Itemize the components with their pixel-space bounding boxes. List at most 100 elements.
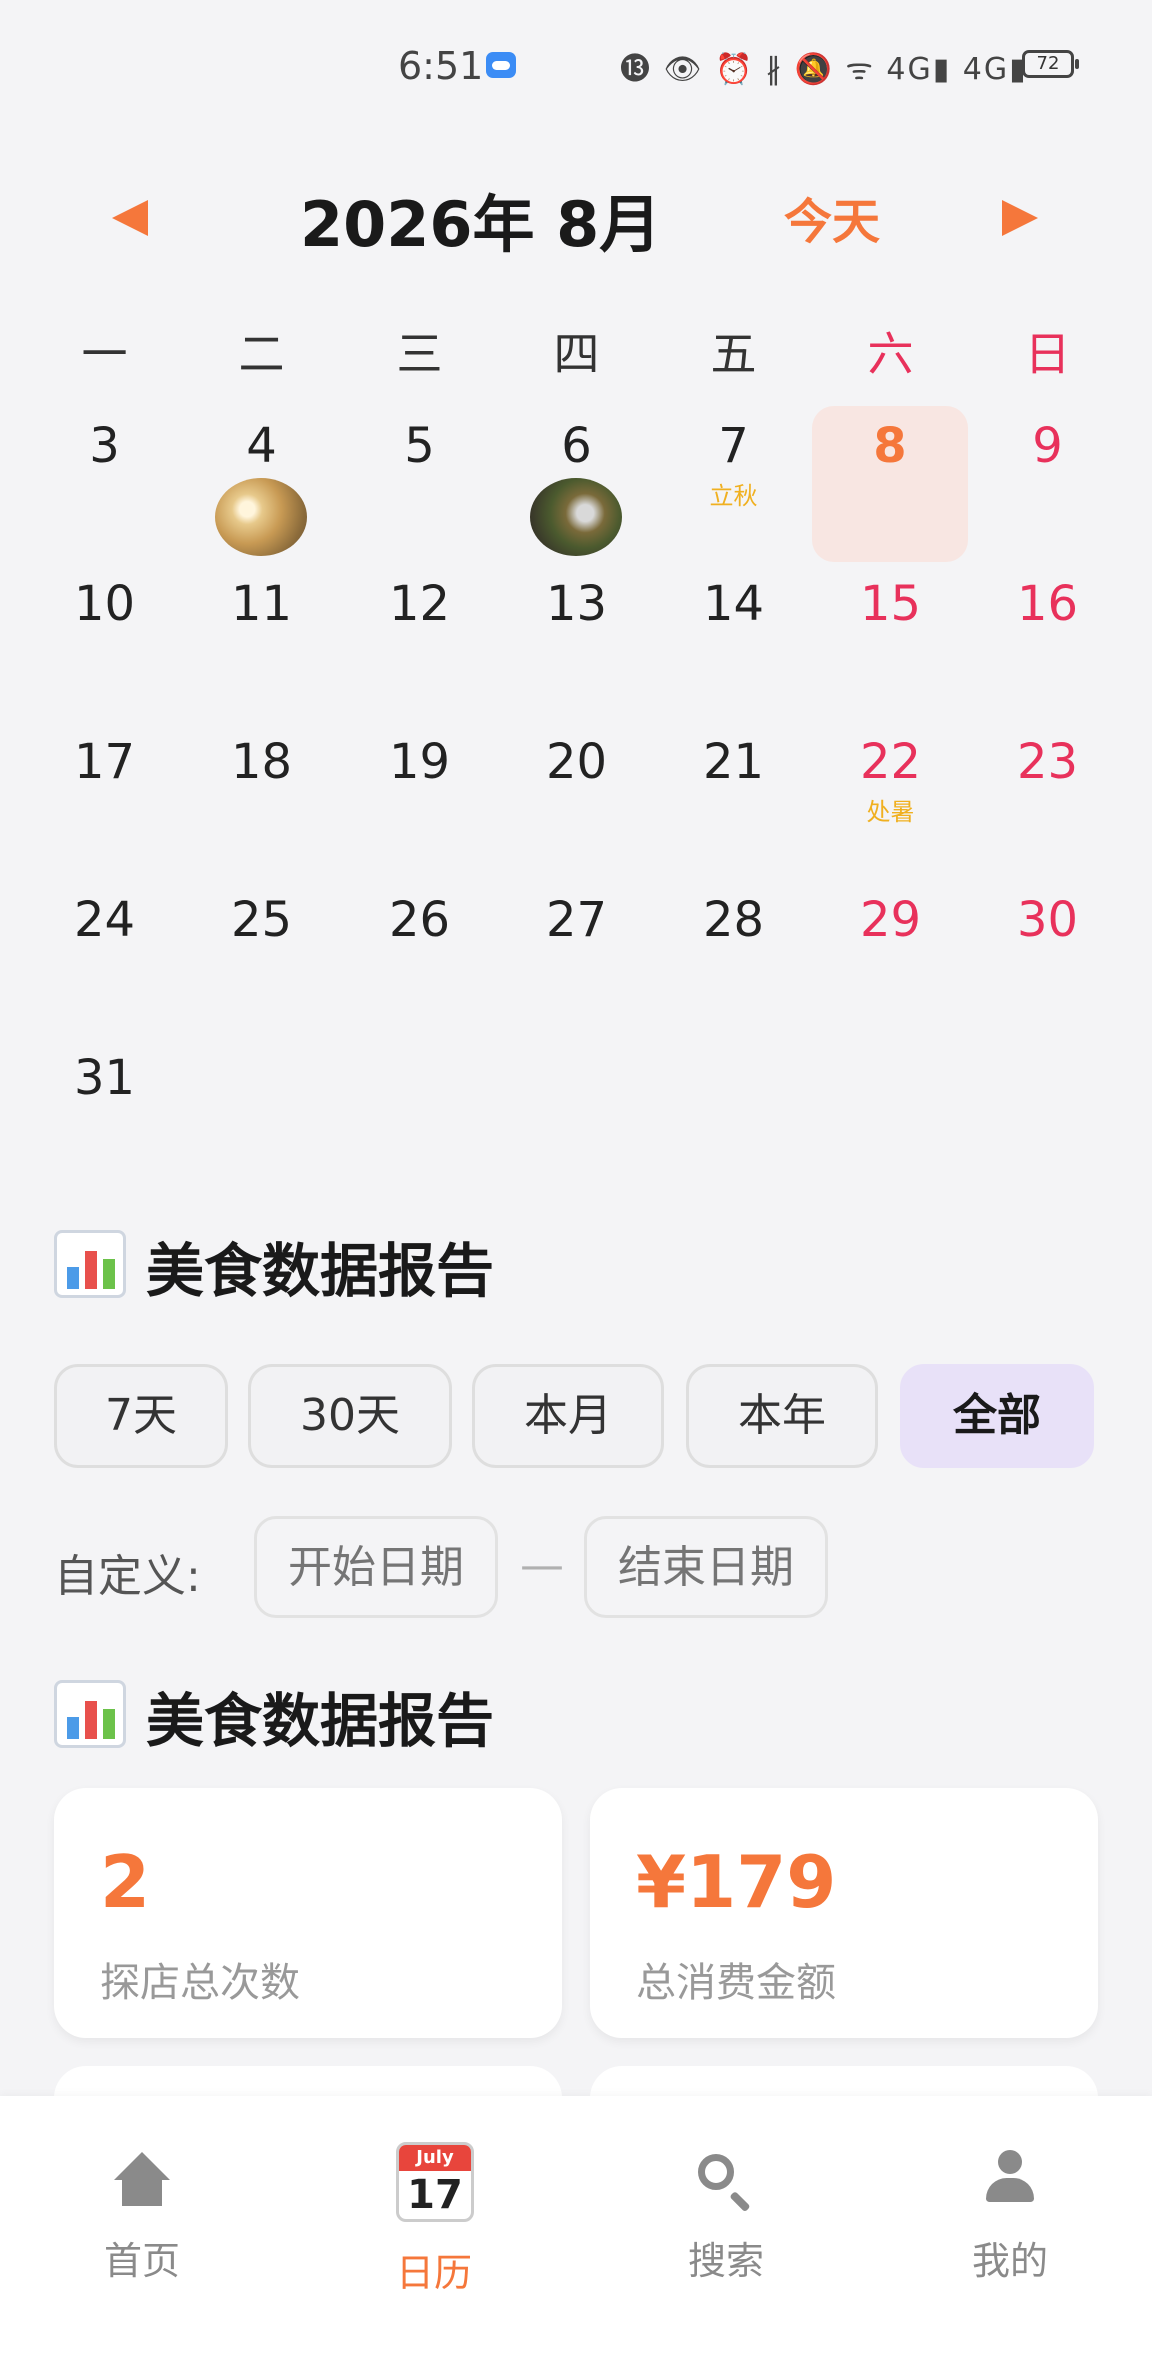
date-range-separator: — [520,1540,564,1591]
calendar-header: 2026年 8月 今天 [0,160,1152,270]
weekday-label: 二 [238,327,285,381]
stat-value: 2 [100,1840,151,1924]
nav-label: 搜索 [687,2239,764,2283]
weekday-label-sunday: 日 [1024,327,1071,381]
calendar-day[interactable]: 10 [26,564,183,720]
day-number: 9 [1032,418,1063,474]
day-number: 25 [230,892,293,948]
day-number: 8 [873,418,907,474]
calendar-day[interactable]: 27 [498,880,655,1036]
nav-home[interactable]: 首页 [42,2096,242,2316]
day-number: 30 [1016,892,1079,948]
solar-term-label: 立秋 [709,482,758,510]
day-number: 28 [702,892,765,948]
status-time: 6:51 [398,44,484,88]
calendar-day[interactable]: 7 立秋 [655,406,812,562]
start-date-input[interactable] [254,1516,498,1618]
bar-chart-icon [54,1230,126,1298]
calendar-day[interactable]: 19 [341,722,498,878]
calendar-day[interactable]: 21 [655,722,812,878]
calendar-day[interactable]: 6 [498,406,655,562]
prev-month-icon[interactable] [112,200,148,236]
filter-all-button[interactable]: 全部 [900,1364,1094,1468]
stat-value: ¥179 [636,1840,837,1924]
calendar-day[interactable]: 25 [183,880,340,1036]
filter-this-year-button[interactable]: 本年 [686,1364,878,1468]
next-month-icon[interactable] [1002,200,1038,236]
day-number: 18 [230,734,293,790]
calendar-day[interactable]: 17 [26,722,183,878]
calendar-day[interactable]: 18 [183,722,340,878]
status-bar: 6:51 ⓭ 👁 ⏰ ∦ 🔕 ᯤ 4G▮ 4G▮ 72 [0,0,1152,130]
calendar-day-today[interactable]: 8 [812,406,968,562]
day-number: 14 [702,576,765,632]
calendar-day[interactable]: 14 [655,564,812,720]
calendar-day[interactable]: 26 [341,880,498,1036]
day-number: 7 [718,418,749,474]
day-number: 21 [702,734,765,790]
calendar-day[interactable]: 20 [498,722,655,878]
weekday-label: 一 [81,327,128,381]
calendar-day[interactable]: 11 [183,564,340,720]
day-number: 10 [73,576,136,632]
nav-search[interactable]: 搜索 [626,2096,826,2316]
day-number: 12 [388,576,451,632]
stat-card-spending: ¥179 总消费金额 [590,1788,1098,2038]
day-number: 13 [545,576,608,632]
calendar-day[interactable]: 16 [969,564,1126,720]
food-thumbnail[interactable] [530,478,622,556]
calendar-day[interactable]: 31 [26,1038,183,1194]
stat-label: 探店总次数 [100,1960,300,2006]
day-number: 26 [388,892,451,948]
today-button[interactable]: 今天 [784,182,880,252]
calendar-day[interactable]: 22 处暑 [812,722,969,878]
calendar-day[interactable]: 23 [969,722,1126,878]
calendar-day[interactable]: 13 [498,564,655,720]
calendar-day[interactable]: 28 [655,880,812,1036]
day-number: 23 [1016,734,1079,790]
food-thumbnail[interactable] [215,478,307,556]
day-number: 17 [73,734,136,790]
status-icons: ⓭ 👁 ⏰ ∦ 🔕 ᯤ 4G▮ 4G▮ [620,52,1028,87]
filter-this-month-button[interactable]: 本月 [472,1364,664,1468]
nav-profile[interactable]: 我的 [910,2096,1110,2316]
search-icon [698,2154,734,2190]
filter-7days-button[interactable]: 7天 [54,1364,228,1468]
day-number: 27 [545,892,608,948]
user-icon [986,2150,1034,2206]
nav-calendar[interactable]: July 17 日历 [334,2096,534,2316]
day-number: 20 [545,734,608,790]
bottom-navigation: 首页 July 17 日历 搜索 我的 [0,2096,1152,2376]
filter-30days-button[interactable]: 30天 [248,1364,452,1468]
weekday-label: 五 [710,327,757,381]
calendar-day[interactable]: 12 [341,564,498,720]
calendar-day[interactable]: 5 [341,406,498,562]
custom-range-label: 自定义: [54,1551,201,1602]
stat-label: 总消费金额 [636,1960,836,2006]
calendar-day[interactable]: 30 [969,880,1126,1036]
calendar-day[interactable]: 9 [969,406,1126,562]
nav-label: 日历 [395,2251,472,2295]
calendar-day[interactable]: 24 [26,880,183,1036]
day-number: 3 [89,418,120,474]
day-number: 11 [230,576,293,632]
end-date-input[interactable] [584,1516,828,1618]
day-number: 16 [1016,576,1079,632]
solar-term-label: 处暑 [866,798,915,826]
calendar-day[interactable]: 29 [812,880,969,1036]
weekday-label-saturday: 六 [867,327,914,381]
calendar-day[interactable]: 15 [812,564,969,720]
day-number: 22 [859,734,922,790]
calendar-day[interactable]: 4 [183,406,340,562]
bar-chart-icon [54,1680,126,1748]
weekday-row: 一 二 三 四 五 六 日 [0,318,1152,388]
day-number: 31 [73,1050,136,1106]
weekday-label: 三 [396,327,443,381]
day-number: 29 [859,892,922,948]
day-number: 6 [561,418,592,474]
report-title: 美食数据报告 [146,1237,495,1305]
nav-label: 我的 [971,2239,1048,2283]
nav-label: 首页 [103,2239,180,2283]
day-number: 4 [246,418,277,474]
calendar-day[interactable]: 3 [26,406,183,562]
